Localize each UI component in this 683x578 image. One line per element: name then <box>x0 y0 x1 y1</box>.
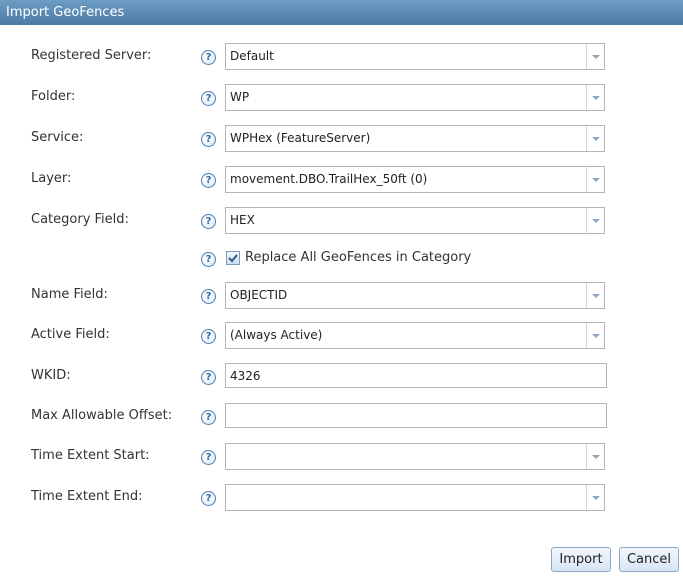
help-icon[interactable]: ? <box>201 91 216 106</box>
help-icon[interactable]: ? <box>201 491 216 506</box>
row-service: Service: ? WPHex (FeatureServer) <box>0 125 683 153</box>
chevron-down-icon[interactable] <box>586 283 604 308</box>
row-replace-all: ? Replace All GeoFences in Category <box>0 245 683 273</box>
registered-server-select[interactable]: Default <box>225 43 605 70</box>
time-end-label: Time Extent End: <box>31 489 143 504</box>
help-icon[interactable]: ? <box>201 50 216 65</box>
help-icon[interactable]: ? <box>201 410 216 425</box>
import-button[interactable]: Import <box>551 547 611 572</box>
service-select[interactable]: WPHex (FeatureServer) <box>225 125 605 152</box>
chevron-down-icon[interactable] <box>586 323 604 348</box>
service-value: WPHex (FeatureServer) <box>230 131 371 145</box>
active-field-select[interactable]: (Always Active) <box>225 322 605 349</box>
wkid-label: WKID: <box>31 368 71 383</box>
time-start-select[interactable] <box>225 443 605 470</box>
layer-select[interactable]: movement.DBO.TrailHex_50ft (0) <box>225 166 605 193</box>
chevron-down-icon[interactable] <box>586 485 604 510</box>
category-field-select[interactable]: HEX <box>225 207 605 234</box>
help-icon[interactable]: ? <box>201 214 216 229</box>
row-max-offset: Max Allowable Offset: ? <box>0 403 683 431</box>
time-start-label: Time Extent Start: <box>31 448 150 463</box>
replace-all-label: Replace All GeoFences in Category <box>245 250 472 265</box>
active-field-value: (Always Active) <box>230 328 323 342</box>
registered-server-label: Registered Server: <box>31 48 152 63</box>
registered-server-value: Default <box>230 49 274 63</box>
chevron-down-icon[interactable] <box>586 167 604 192</box>
row-folder: Folder: ? WP <box>0 84 683 112</box>
row-category-field: Category Field: ? HEX <box>0 207 683 235</box>
layer-value: movement.DBO.TrailHex_50ft (0) <box>230 172 428 186</box>
row-time-end: Time Extent End: ? <box>0 484 683 512</box>
max-offset-input[interactable] <box>225 403 607 428</box>
replace-all-checkbox[interactable] <box>226 251 240 265</box>
help-icon[interactable]: ? <box>201 329 216 344</box>
help-icon[interactable]: ? <box>201 252 216 267</box>
folder-label: Folder: <box>31 89 76 104</box>
time-end-select[interactable] <box>225 484 605 511</box>
cancel-button[interactable]: Cancel <box>619 547 679 572</box>
help-icon[interactable]: ? <box>201 370 216 385</box>
import-geofences-dialog: Import GeoFences Registered Server: ? De… <box>0 0 683 578</box>
folder-select[interactable]: WP <box>225 84 605 111</box>
name-field-label: Name Field: <box>31 287 108 302</box>
category-field-value: HEX <box>230 213 255 227</box>
row-time-start: Time Extent Start: ? <box>0 443 683 471</box>
chevron-down-icon[interactable] <box>586 85 604 110</box>
layer-label: Layer: <box>31 171 72 186</box>
help-icon[interactable]: ? <box>201 132 216 147</box>
max-offset-label: Max Allowable Offset: <box>31 408 173 423</box>
folder-value: WP <box>230 90 250 104</box>
chevron-down-icon[interactable] <box>586 444 604 469</box>
name-field-select[interactable]: OBJECTID <box>225 282 605 309</box>
row-registered-server: Registered Server: ? Default <box>0 43 683 71</box>
help-icon[interactable]: ? <box>201 173 216 188</box>
category-field-label: Category Field: <box>31 212 129 227</box>
help-icon[interactable]: ? <box>201 450 216 465</box>
row-name-field: Name Field: ? OBJECTID <box>0 282 683 310</box>
row-wkid: WKID: ? <box>0 363 683 391</box>
dialog-title: Import GeoFences <box>0 0 683 25</box>
chevron-down-icon[interactable] <box>586 126 604 151</box>
row-active-field: Active Field: ? (Always Active) <box>0 322 683 350</box>
row-layer: Layer: ? movement.DBO.TrailHex_50ft (0) <box>0 166 683 194</box>
help-icon[interactable]: ? <box>201 289 216 304</box>
chevron-down-icon[interactable] <box>586 44 604 69</box>
chevron-down-icon[interactable] <box>586 208 604 233</box>
wkid-input[interactable] <box>225 363 607 388</box>
name-field-value: OBJECTID <box>230 288 288 302</box>
active-field-label: Active Field: <box>31 327 110 342</box>
service-label: Service: <box>31 130 84 145</box>
checkmark-icon <box>228 254 238 263</box>
